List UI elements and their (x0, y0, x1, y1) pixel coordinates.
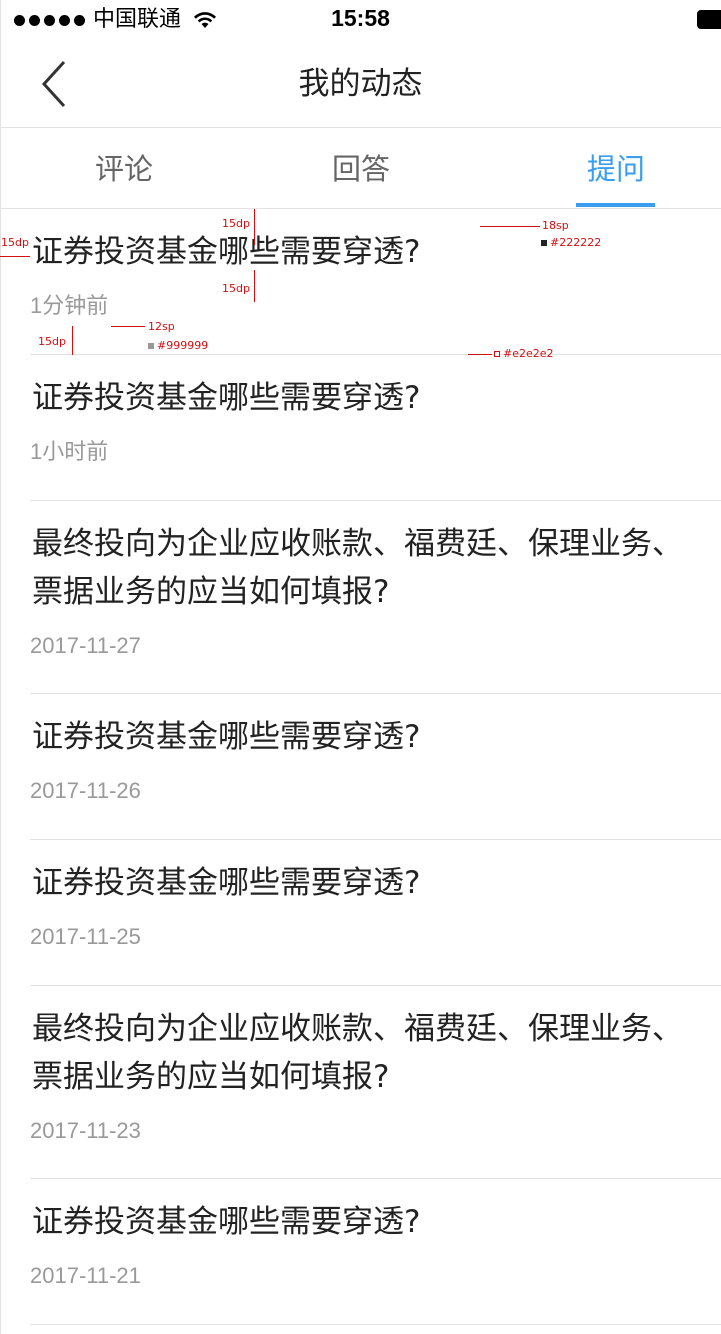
list-item[interactable]: 证券投资基金哪些需要穿透? 1分钟前 (30, 209, 721, 355)
list-item[interactable]: 最终投向为企业应收账款、福费廷、保理业务、票据业务的应当如何填报? 2017-1… (30, 986, 721, 1179)
item-time: 2017-11-21 (30, 1263, 141, 1288)
anno-divider-color-text: #e2e2e2 (503, 347, 554, 360)
item-time: 2017-11-23 (30, 1118, 141, 1143)
item-title: 证券投资基金哪些需要穿透? (32, 1204, 421, 1240)
anno-title-color-text: #222222 (550, 236, 602, 249)
anno-gap-top-line (254, 209, 255, 245)
anno-gap-bottom: 15dp (38, 335, 66, 348)
anno-gap-bottom-line (72, 326, 73, 355)
anno-title-leader (480, 226, 540, 227)
item-title: 证券投资基金哪些需要穿透? (32, 719, 421, 755)
question-list: 证券投资基金哪些需要穿透? 1分钟前 证券投资基金哪些需要穿透? 1小时前 最终… (0, 209, 721, 1325)
tab-comments[interactable]: 评论 (62, 128, 186, 208)
list-item[interactable]: 证券投资基金哪些需要穿透? 2017-11-26 (30, 694, 721, 840)
active-tab-indicator (576, 203, 655, 207)
item-time: 2017-11-25 (30, 924, 141, 949)
anno-time-size: 12sp (148, 320, 175, 333)
anno-time-leader (111, 326, 145, 327)
item-time: 2017-11-27 (30, 633, 141, 658)
tab-questions[interactable]: 提问 (554, 128, 678, 208)
list-item[interactable]: 证券投资基金哪些需要穿透? 2017-11-25 (30, 840, 721, 986)
anno-margin-left: 15dp (1, 236, 29, 249)
item-title: 证券投资基金哪些需要穿透? (32, 380, 421, 416)
item-title: 证券投资基金哪些需要穿透? (32, 865, 421, 901)
list-item[interactable]: 证券投资基金哪些需要穿透? 1小时前 (30, 355, 721, 501)
anno-divider-leader (468, 354, 492, 355)
list-item[interactable]: 最终投向为企业应收账款、福费廷、保理业务、票据业务的应当如何填报? 2017-1… (30, 501, 721, 694)
page-title: 我的动态 (298, 66, 423, 102)
item-time: 1小时前 (30, 439, 109, 464)
anno-title-size: 18sp (542, 219, 569, 232)
anno-time-color: #999999 (148, 340, 208, 352)
item-time: 2017-11-26 (30, 778, 141, 803)
anno-margin-line (0, 256, 30, 257)
item-title: 证券投资基金哪些需要穿透? (32, 234, 421, 270)
anno-gap-middle: 15dp (222, 282, 250, 295)
status-time: 15:58 (331, 5, 390, 31)
status-bar: 中国联通 15:58 (0, 0, 721, 40)
battery-icon (697, 10, 721, 29)
anno-time-color-text: #999999 (157, 339, 209, 352)
item-title: 最终投向为企业应收账款、福费廷、保理业务、票据业务的应当如何填报? (32, 526, 683, 610)
item-title: 最终投向为企业应收账款、福费廷、保理业务、票据业务的应当如何填报? (32, 1011, 683, 1095)
nav-bar: 我的动态 (0, 40, 721, 128)
anno-divider-color: #e2e2e2 (494, 348, 554, 360)
tab-bar: 评论 回答 提问 (0, 128, 721, 209)
item-time: 1分钟前 (30, 293, 109, 318)
anno-title-color: #222222 (541, 237, 601, 249)
list-item[interactable]: 证券投资基金哪些需要穿透? 2017-11-21 (30, 1179, 721, 1325)
tab-answers[interactable]: 回答 (299, 128, 423, 208)
anno-gap-top: 15dp (222, 217, 250, 230)
anno-gap-middle-line (254, 270, 255, 302)
